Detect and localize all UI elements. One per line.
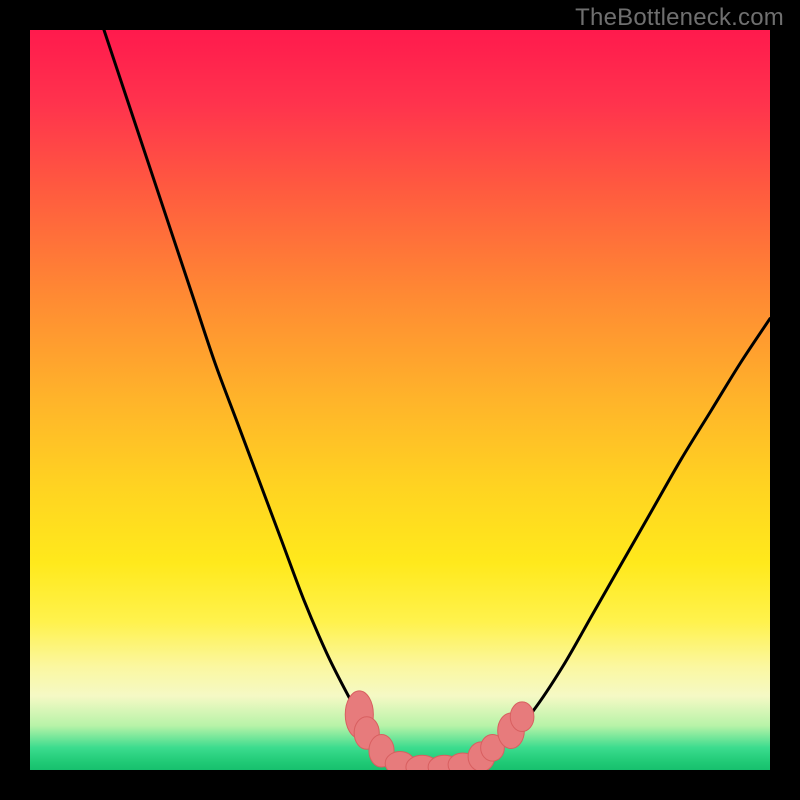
marker-group xyxy=(345,691,534,770)
bottleneck-curve xyxy=(104,30,770,769)
chart-frame: TheBottleneck.com xyxy=(0,0,800,800)
plot-area xyxy=(30,30,770,770)
curve-marker xyxy=(510,702,534,732)
watermark-text: TheBottleneck.com xyxy=(575,4,784,32)
bottleneck-curve-svg xyxy=(30,30,770,770)
